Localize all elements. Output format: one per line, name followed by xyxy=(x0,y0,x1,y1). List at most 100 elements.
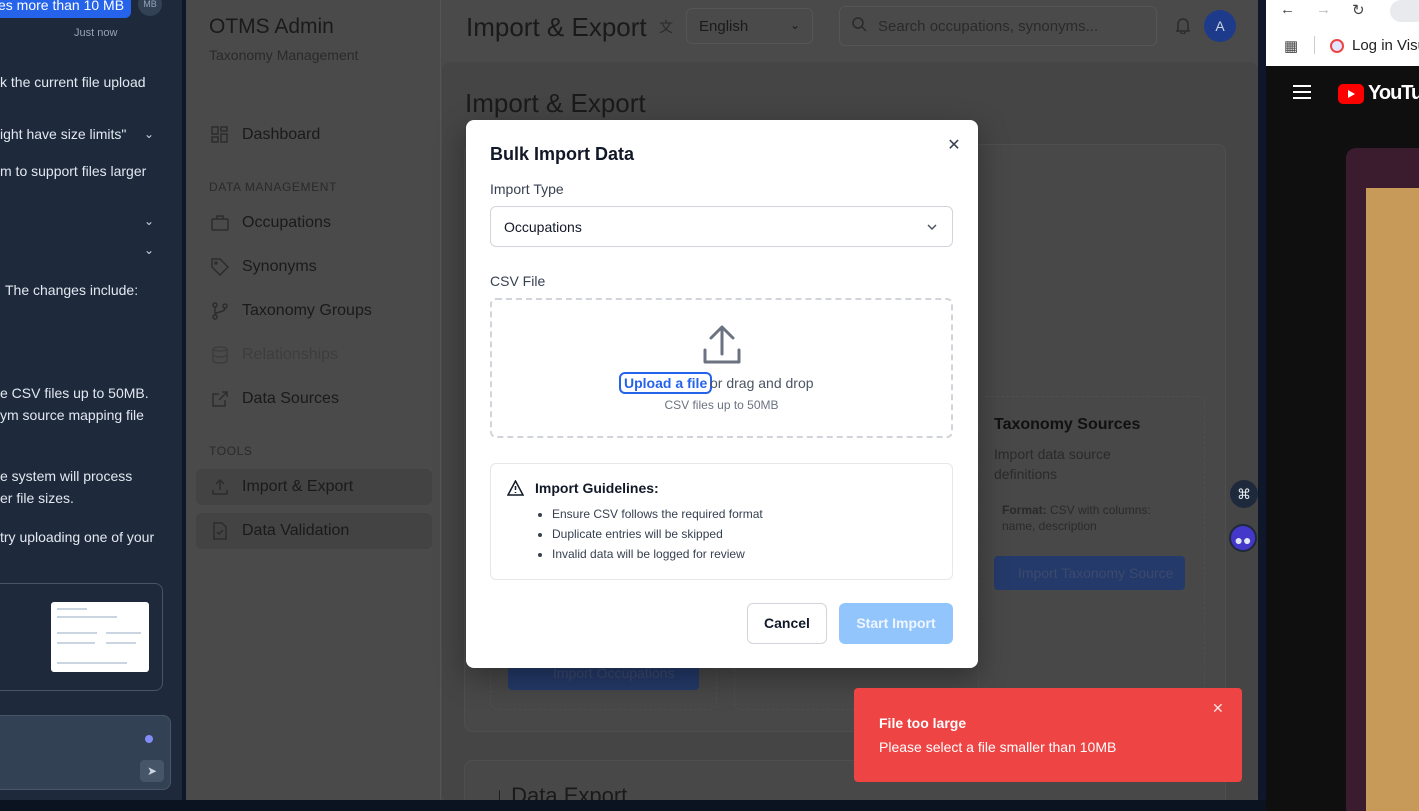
csv-file-label: CSV File xyxy=(490,273,546,289)
sidebar: OTMS Admin Taxonomy Management Dashboard… xyxy=(186,0,441,800)
back-icon[interactable]: ← xyxy=(1280,1,1295,18)
sidebar-item-label: Data Sources xyxy=(242,390,339,407)
sidebar-item-data-sources[interactable]: Data Sources xyxy=(196,381,432,417)
list-item: Duplicate entries will be skipped xyxy=(552,524,763,544)
branch-icon xyxy=(210,301,230,321)
search-input[interactable]: Search occupations, synonyms... xyxy=(839,6,1157,46)
sidebar-item-synonyms[interactable]: Synonyms xyxy=(196,249,432,285)
command-icon[interactable]: ⌘ xyxy=(1230,480,1258,508)
chat-text-line: er file sizes. xyxy=(0,490,74,506)
export-heading: ↓ Data Export xyxy=(494,783,628,800)
upload-icon xyxy=(210,477,230,497)
sidebar-item-label: Dashboard xyxy=(242,126,321,143)
sidebar-item-relationships[interactable]: Relationships xyxy=(196,337,432,373)
chat-panel: es more than 10 MB MB Just now k the cur… xyxy=(0,0,182,800)
sidebar-item-occupations[interactable]: Occupations xyxy=(196,205,432,241)
avatar[interactable]: A xyxy=(1204,10,1236,42)
bell-icon[interactable] xyxy=(1175,16,1191,39)
chat-text-line: e system will process xyxy=(0,468,133,484)
format-label: Format: xyxy=(1002,503,1047,517)
chat-text-line: k the current file upload xyxy=(0,74,146,90)
grid-icon xyxy=(210,125,230,145)
database-icon xyxy=(210,345,230,365)
import-type-label: Import Type xyxy=(490,181,564,197)
user-message-bubble: es more than 10 MB xyxy=(0,0,131,18)
chevron-down-icon xyxy=(926,220,938,236)
chat-collapsible-step[interactable]: ight have size limits" xyxy=(0,126,126,142)
import-taxonomy-button[interactable]: Import Taxonomy Source xyxy=(994,556,1185,590)
close-icon[interactable]: ✕ xyxy=(944,136,964,156)
chat-text-line: e CSV files up to 50MB. xyxy=(0,385,149,401)
external-link-icon xyxy=(210,389,230,409)
main-heading: Import & Export xyxy=(465,88,646,118)
bookmark-link[interactable]: Log in Visu xyxy=(1352,37,1419,54)
import-type-select[interactable]: Occupations xyxy=(490,206,953,247)
section-heading: DATA MANAGEMENT xyxy=(209,180,337,194)
taxonomy-desc: Import data source definitions xyxy=(994,446,1111,482)
tag-icon xyxy=(210,257,230,277)
upload-icon xyxy=(701,324,743,371)
modal-title: Bulk Import Data xyxy=(490,144,635,164)
youtube-wordmark: YouTub xyxy=(1368,82,1419,104)
forward-icon[interactable]: → xyxy=(1316,1,1331,18)
chat-text-line: The changes include: xyxy=(5,282,139,298)
list-item: Invalid data will be logged for review xyxy=(552,544,763,564)
search-icon xyxy=(852,17,867,36)
top-bar: Import & Export 文 English ⌄ Search occup… xyxy=(442,0,1258,56)
language-select[interactable]: English ⌄ xyxy=(686,8,813,44)
sidebar-item-data-validation[interactable]: Data Validation xyxy=(196,513,432,549)
file-size-hint: CSV files up to 50MB xyxy=(664,398,779,412)
chevron-down-icon[interactable]: ⌄ xyxy=(144,243,154,257)
youtube-logo-icon[interactable] xyxy=(1338,84,1364,104)
page-title: Import & Export xyxy=(466,12,647,42)
sidebar-item-label: Data Validation xyxy=(242,522,350,539)
briefcase-icon xyxy=(210,213,230,233)
chat-text-line: ym source mapping file xyxy=(0,407,144,423)
chat-text-line: try uploading one of your xyxy=(0,529,155,545)
video-image xyxy=(1366,188,1419,811)
attachment-card[interactable] xyxy=(0,583,163,691)
upload-file-link[interactable]: Upload a file xyxy=(619,372,713,394)
reload-icon[interactable]: ↻ xyxy=(1352,1,1365,19)
video-thumbnail[interactable] xyxy=(1346,148,1419,811)
taxonomy-title: Taxonomy Sources xyxy=(994,416,1141,433)
user-avatar: MB xyxy=(138,0,162,16)
browser-toolbar: ← → ↻ ▦ Log in Visu xyxy=(1266,0,1419,66)
import-type-value: Occupations xyxy=(504,219,582,235)
toast-message: Please select a file smaller than 10MB xyxy=(879,739,1117,755)
chevron-down-icon[interactable]: ⌄ xyxy=(144,127,154,141)
sidebar-item-taxonomy-groups[interactable]: Taxonomy Groups xyxy=(196,293,432,329)
site-settings-icon[interactable] xyxy=(1390,0,1419,22)
start-import-button[interactable]: Start Import xyxy=(839,603,953,644)
bookmark-favicon-icon xyxy=(1330,39,1344,53)
close-icon[interactable]: ✕ xyxy=(1212,700,1224,717)
list-item: Ensure CSV follows the required format xyxy=(552,504,763,524)
status-dot-icon xyxy=(145,735,153,743)
file-dropzone[interactable]: Upload a file or drag and drop CSV files… xyxy=(490,298,953,438)
sidebar-item-label: Taxonomy Groups xyxy=(242,302,372,319)
apps-grid-icon[interactable]: ▦ xyxy=(1284,37,1298,55)
chat-text-line: m to support files larger xyxy=(0,163,147,179)
browser-window: ← → ↻ ▦ Log in Visu YouTub xyxy=(1266,0,1419,811)
search-placeholder: Search occupations, synonyms... xyxy=(878,18,1099,35)
drag-drop-text: or drag and drop xyxy=(710,375,814,391)
sidebar-item-import-export[interactable]: Import & Export xyxy=(196,469,432,505)
app-subtitle: Taxonomy Management xyxy=(209,47,359,63)
send-icon[interactable]: ➤ xyxy=(140,760,164,782)
cancel-button[interactable]: Cancel xyxy=(747,603,827,644)
screenshot-thumbnail[interactable] xyxy=(51,602,149,672)
file-check-icon xyxy=(210,521,230,541)
chevron-down-icon[interactable]: ⌄ xyxy=(144,214,154,228)
sidebar-item-dashboard[interactable]: Dashboard xyxy=(196,117,432,153)
message-timestamp: Just now xyxy=(74,27,118,39)
bulk-import-modal: Bulk Import Data ✕ Import Type Occupatio… xyxy=(466,120,978,668)
menu-icon[interactable] xyxy=(1293,85,1311,104)
assistant-icon[interactable]: ●● xyxy=(1229,524,1257,552)
import-guidelines: Import Guidelines: Ensure CSV follows th… xyxy=(490,463,953,580)
guidelines-title: Import Guidelines: xyxy=(535,480,659,496)
sidebar-item-label: Occupations xyxy=(242,214,331,231)
guidelines-list: Ensure CSV follows the required format D… xyxy=(552,504,763,564)
translate-icon: 文 xyxy=(659,19,673,35)
section-heading: TOOLS xyxy=(209,444,253,458)
sidebar-item-label: Synonyms xyxy=(242,258,317,275)
